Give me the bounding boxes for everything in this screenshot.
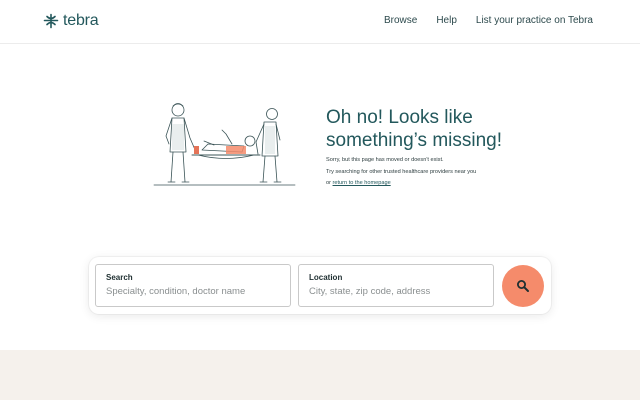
search-field-label: Search (106, 273, 133, 282)
footer-band (0, 350, 640, 400)
error-heading-line2: something’s missing! (326, 130, 503, 151)
search-card: Search Location (89, 257, 551, 314)
main-nav: Browse Help List your practice on Tebra (384, 15, 593, 26)
location-field[interactable]: Location (298, 264, 494, 307)
search-input[interactable] (106, 286, 280, 297)
tebra-logo-icon (43, 13, 59, 29)
search-icon (517, 280, 529, 292)
location-input[interactable] (309, 286, 483, 297)
logo-text: tebra (63, 12, 99, 29)
nav-help[interactable]: Help (436, 15, 457, 26)
error-line-1: Sorry, but this page has moved or doesn'… (326, 157, 444, 163)
error-heading: Oh no! Looks like something’s missing! (326, 106, 566, 152)
return-homepage-link[interactable]: return to the homepage (333, 180, 391, 186)
site-header: tebra Browse Help List your practice on … (0, 0, 640, 44)
error-heading-line1: Oh no! Looks like (326, 107, 473, 128)
search-field[interactable]: Search (95, 264, 291, 307)
error-line-2: Try searching for other trusted healthca… (326, 168, 477, 175)
nav-list-practice[interactable]: List your practice on Tebra (476, 15, 593, 26)
search-button[interactable] (502, 265, 544, 307)
nav-browse[interactable]: Browse (384, 15, 417, 26)
not-found-message: Oh no! Looks like something’s missing! S… (326, 106, 566, 190)
stretcher-illustration (153, 103, 296, 186)
error-description: Sorry, but this page has moved or doesn'… (326, 155, 566, 190)
location-field-label: Location (309, 273, 343, 282)
tebra-logo[interactable]: tebra (43, 12, 99, 30)
